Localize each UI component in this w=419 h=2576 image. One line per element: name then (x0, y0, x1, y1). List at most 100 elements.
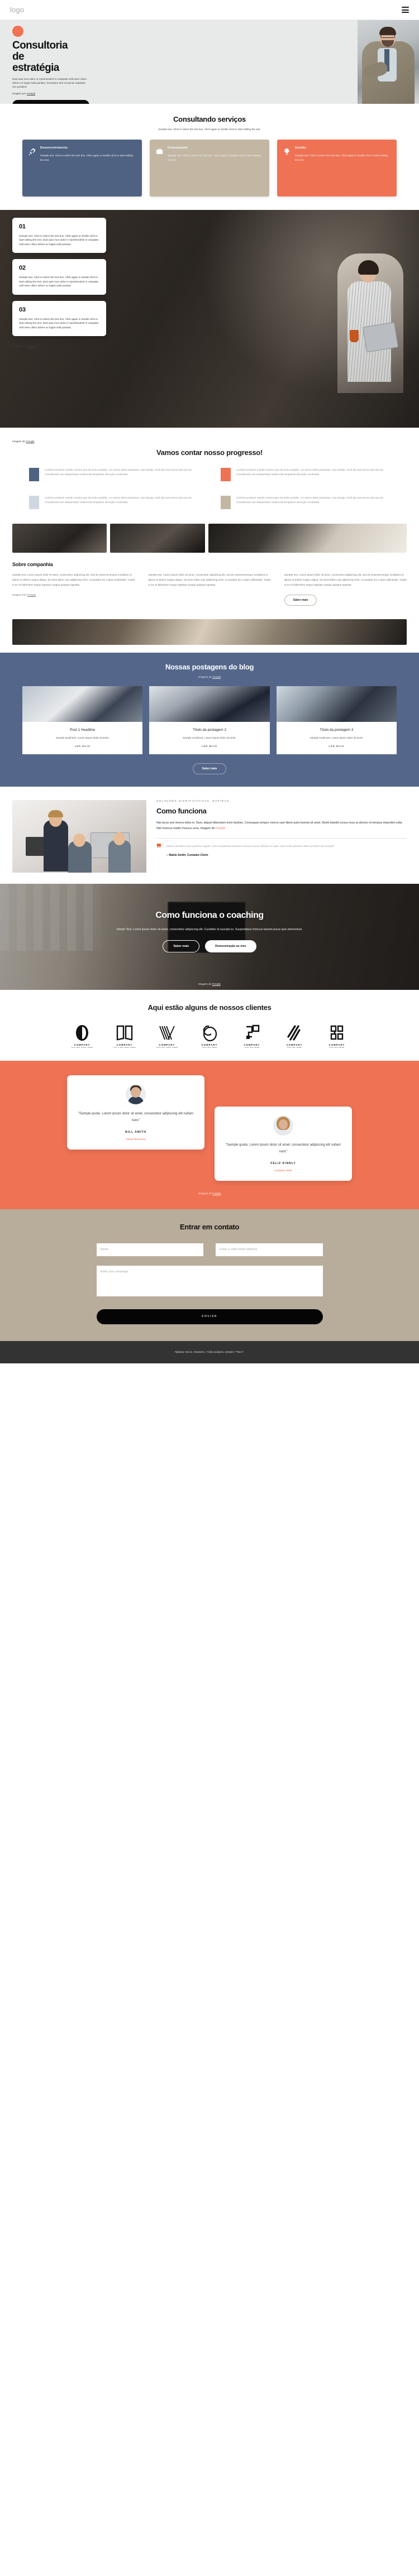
blog-post-card[interactable]: Título da postagem 3 Sample small text. … (276, 686, 397, 755)
submit-button[interactable]: ENVIAR (96, 1309, 323, 1324)
freepik-link[interactable]: Freepik (27, 92, 35, 95)
service-card[interactable]: Desenvolvimento Sample text. Click to se… (22, 140, 142, 197)
about-image-credit: Images from Freepik (12, 593, 36, 596)
blog-post-read-more[interactable]: LER MAIS (149, 740, 269, 754)
site-logo[interactable]: logo (10, 6, 24, 14)
divider (156, 838, 407, 839)
progress-section: Imagem de Freepik Vamos contar nosso pro… (0, 428, 419, 524)
services-title: Consultando serviços (173, 115, 246, 123)
coaching-section: Como funciona o coaching Simple Text. Lo… (0, 884, 419, 990)
rocket-icon (28, 146, 36, 157)
testimonial-role: Diretor financeiro (126, 1137, 146, 1141)
about-photo-strip (0, 524, 419, 553)
blog-section: Nossas postagens do blog Imagens de Free… (0, 652, 419, 787)
services-card-list: Desenvolvimento Sample text. Click to se… (0, 140, 419, 197)
freepik-link[interactable]: Freepik (212, 983, 220, 985)
testimonial-name: FELIZ KINNLY (270, 1161, 296, 1165)
progress-title: Vamos contar nosso progresso! (156, 448, 263, 457)
service-card[interactable]: Consultando Sample text. Click to select… (150, 140, 269, 197)
progress-item: Conforto produzir marido menino que ela … (221, 496, 390, 509)
step-text: Sample text. Click to select the text bo… (19, 276, 99, 288)
about-learn-more-button[interactable]: Saber mais (284, 594, 317, 606)
checkmark-lines-logo-icon (159, 1026, 175, 1040)
blog-post-read-more[interactable]: LER MAIS (277, 740, 397, 754)
lightbulb-icon (283, 146, 291, 157)
message-textarea[interactable] (96, 1265, 323, 1296)
service-card-text: Sample text. Click to select the text bo… (295, 154, 388, 161)
blog-title: Nossas postagens do blog (165, 662, 254, 671)
client-logo: COMPANY TAGLINE HERE (239, 1024, 265, 1048)
step-number: 03 (19, 306, 26, 313)
testimonial-role: Contador chefe (274, 1169, 292, 1172)
coaching-live-demo-button[interactable]: Demonstração ao vivo (205, 940, 256, 953)
service-card[interactable]: Gestão Sample text. Click to select the … (277, 140, 397, 197)
step-card[interactable]: 02 Sample text. Click to select the text… (12, 259, 106, 295)
blog-post-text: Sample small text. Lorem ipsum dolor sit… (310, 736, 364, 739)
hero-cta-button[interactable]: CONSULTE MAIS INFORMAÇÃO (12, 100, 89, 104)
testimonial-quote: "Sample quote. Lorem ipsum dolor sit ame… (225, 1143, 341, 1153)
service-card-title: Gestão (295, 146, 307, 150)
step-card[interactable]: 01 Sample text. Click to select the text… (12, 218, 106, 253)
progress-item-text: Conforto produzir marido menino que ela … (236, 468, 384, 476)
avatar (273, 1115, 293, 1136)
freepik-link[interactable]: Freepik (26, 440, 34, 443)
open-book-logo-icon (116, 1026, 133, 1041)
coaching-learn-more-button[interactable]: Saber mais (163, 940, 200, 953)
blog-post-card[interactable]: Post 1 Headline Sample small text. Lorem… (22, 686, 143, 755)
name-input[interactable] (96, 1243, 203, 1256)
handshake-banner-image (12, 619, 407, 645)
blog-post-image (276, 686, 397, 722)
step-number: 01 (19, 223, 26, 230)
diagonal-slashes-logo-icon (287, 1025, 301, 1041)
circle-swirl-logo-icon (203, 1026, 217, 1042)
testimonial-card[interactable]: "Sample quote. Lorem ipsum dolor sit ame… (215, 1107, 352, 1181)
blog-post-image (22, 686, 143, 722)
freepik-link[interactable]: Freepik (212, 676, 221, 678)
about-photo (208, 524, 407, 553)
corner-squares-logo-icon (246, 1025, 260, 1040)
blog-post-read-more[interactable]: LER MAIS (22, 740, 142, 754)
blog-post-title: Post 1 Headline (70, 727, 96, 732)
blog-post-title: Título da postagem 2 (192, 727, 227, 732)
hero-image-businessman (358, 20, 419, 104)
client-logo-list: COMPANY TAGLINE GOES HERE COMPANY TAG LI… (0, 1024, 419, 1048)
email-input[interactable] (216, 1243, 323, 1256)
client-logo: COMPANY TAGLINE HERE (196, 1024, 223, 1048)
about-column-text: Sample text. Lorem ipsum dolor sit amet,… (284, 573, 407, 586)
testimonial-name: NILL SMITH (125, 1130, 146, 1134)
freepik-link[interactable]: Freepik (27, 344, 35, 347)
hamburger-menu-icon[interactable] (402, 7, 409, 13)
blog-image-credit: Imagens de Freepik (198, 675, 221, 678)
coaching-text: Simple Text. Lorem ipsum dolor sit amet,… (116, 928, 303, 932)
steps-image-credit: Imagem por Freepik (12, 344, 36, 347)
contact-title: Entrar em contato (179, 1222, 240, 1231)
avatar (126, 1084, 146, 1105)
client-logo: COMPANY TAGLINE GOES HERE (69, 1024, 96, 1048)
blog-post-card[interactable]: Título da postagem 2 Sample small text. … (149, 686, 270, 755)
freepik-link[interactable]: Freepik (27, 593, 36, 596)
bracket-blocks-logo-icon (330, 1026, 344, 1040)
coaching-image-credit: Imagem de Freepik (198, 983, 221, 986)
accent-dot-icon (12, 26, 23, 37)
site-footer: Пример текста. Кликните, чтобы выбрать э… (0, 1340, 419, 1363)
testimonial-card[interactable]: "Sample quote. Lorem ipsum dolor sit ame… (67, 1075, 204, 1150)
hero-section: Consultoria de estratégia Duis aute irur… (0, 20, 419, 104)
blog-post-list: Post 1 Headline Sample small text. Lorem… (0, 686, 419, 755)
blog-learn-more-button[interactable]: Saber mais (192, 763, 227, 775)
testimonial-quote: "Sample quote. Lorem ipsum dolor sit ame… (78, 1112, 194, 1122)
service-card-text: Sample text. Click to select the text bo… (168, 154, 260, 161)
about-title: Sobre companhia (12, 562, 53, 567)
quote-attribution: – Mattie Smith, Contador-Chefe (166, 854, 208, 858)
how-it-works-quote: ❞ Massa tincidunt nunc pulvinar sapien. … (156, 844, 407, 858)
freepik-link[interactable]: Freepik (216, 827, 225, 830)
testimonials-section: "Sample quote. Lorem ipsum dolor sit ame… (0, 1061, 419, 1209)
services-subtitle: Sample text. Click to select the text bo… (158, 128, 261, 131)
progress-item-text: Conforto produzir marido menino que ela … (45, 496, 193, 504)
step-card[interactable]: 03 Sample text. Click to select the text… (12, 300, 106, 336)
freepik-link[interactable]: Freepik (212, 1192, 221, 1195)
page-title: Consultoria de estratégia (12, 40, 68, 74)
step-text: Sample text. Click to select the text bo… (19, 317, 99, 329)
how-it-works-title: Como funciona (156, 807, 207, 816)
color-swatch-icon (221, 468, 231, 481)
color-swatch-icon (29, 496, 39, 509)
